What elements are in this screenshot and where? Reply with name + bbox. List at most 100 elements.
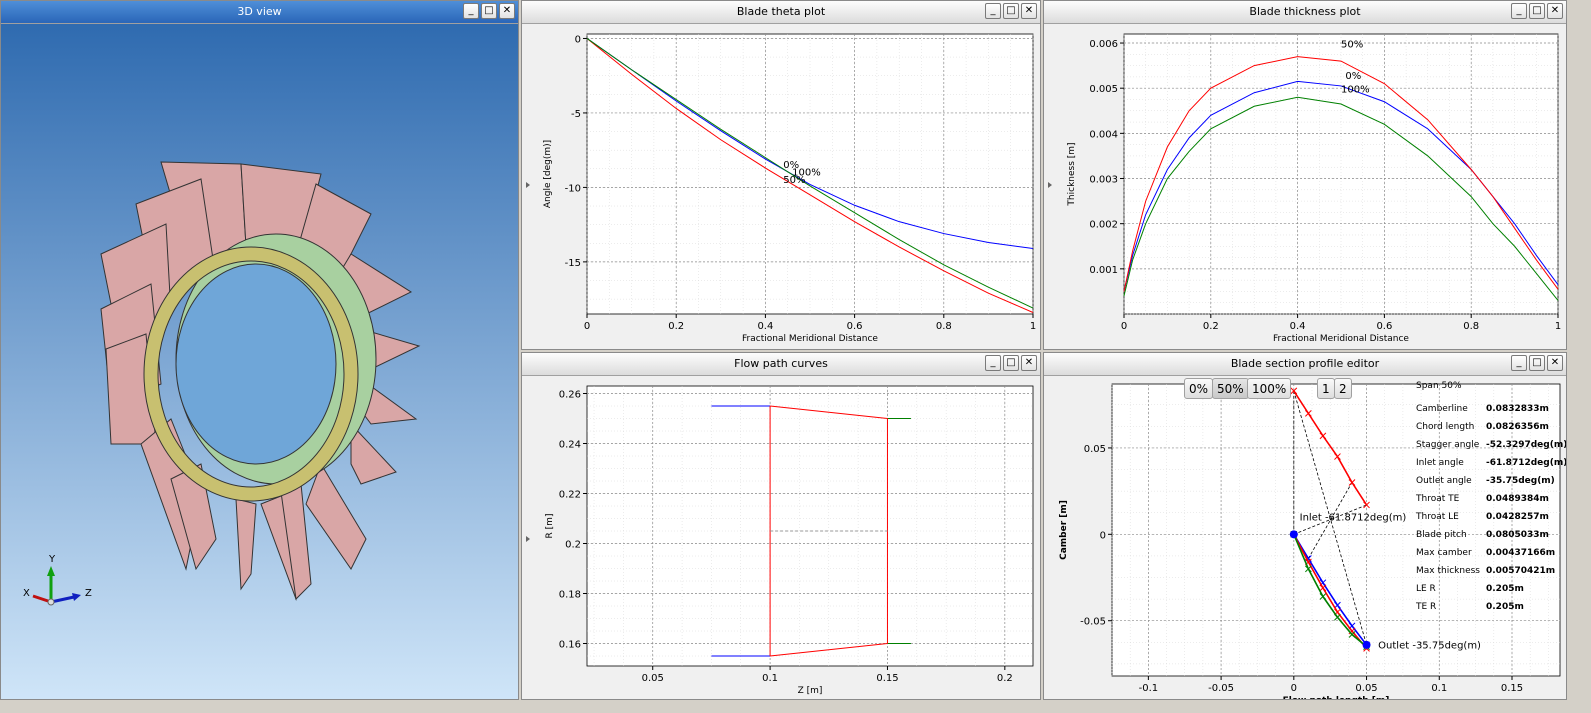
info-value: -35.75deg(m) [1486, 476, 1555, 486]
info-value: 0.0428257m [1486, 512, 1549, 522]
thickness-titlebar[interactable]: Blade thickness plot _ □ ✕ [1044, 1, 1566, 24]
blade-surface [235, 498, 257, 591]
info-key: Outlet angle [1416, 476, 1472, 486]
minimize-button[interactable]: _ [1511, 3, 1527, 19]
x-tick-label: 0.6 [847, 321, 863, 332]
info-key: Camberline [1416, 404, 1468, 414]
theta-chart[interactable]: 0 0.2 0.4 0.6 0.8 1 0 -5 -10 -15 Fractional Meridi… [522, 24, 1040, 349]
info-key: Max camber [1416, 548, 1472, 558]
y-tick-label: 0.006 [1089, 39, 1118, 50]
info-value: 0.00437166m [1486, 548, 1556, 558]
x-axis-label: Flow path length [m] [1283, 696, 1390, 699]
x-axis-label: Fractional Meridional Distance [742, 334, 878, 344]
x-tick-label: -0.1 [1139, 683, 1159, 694]
x-tick-label: 0.4 [1290, 321, 1306, 332]
info-value: -52.3297deg(m) [1486, 440, 1567, 450]
y-tick-label: 0 [575, 34, 581, 45]
y-tick-label: 0.004 [1089, 129, 1118, 140]
info-value: 0.205m [1486, 584, 1524, 594]
x-tick-label: 0.2 [1203, 321, 1219, 332]
x-tick-label: 0.8 [1463, 321, 1479, 332]
series-annotation: 50% [783, 175, 805, 186]
span-0-button[interactable]: 0% [1184, 378, 1214, 399]
minimize-button[interactable]: _ [463, 3, 479, 19]
close-button[interactable]: ✕ [1021, 3, 1037, 19]
flowpath-titlebar[interactable]: Flow path curves _ □ ✕ [522, 353, 1040, 376]
y-tick-label: 0.2 [565, 540, 581, 551]
view3d-title: 3D view [237, 5, 282, 18]
x-tick-label: 0.2 [668, 321, 684, 332]
axes-triad: Y X Z [23, 554, 92, 606]
y-tick-label: 0.05 [1084, 444, 1106, 455]
minimize-button[interactable]: _ [985, 355, 1001, 371]
span-50-button[interactable]: 50% [1212, 378, 1249, 399]
x-tick-label: 0 [1121, 321, 1127, 332]
info-key: Max thickness [1416, 566, 1480, 576]
y-tick-label: 0.24 [559, 440, 581, 451]
x-tick-label: 1 [1030, 321, 1036, 332]
info-value: 0.0826356m [1486, 422, 1549, 432]
x-tick-label: 0.15 [1501, 683, 1523, 694]
view3d-canvas[interactable]: Y X Z [1, 24, 518, 699]
y-tick-label: 0.18 [559, 590, 581, 601]
info-key: Blade pitch [1416, 530, 1467, 540]
close-button[interactable]: ✕ [499, 3, 515, 19]
series-annotation: 100% [1341, 85, 1370, 96]
axis-z-label: Z [85, 588, 92, 599]
outlet-handle [1362, 640, 1371, 649]
info-value: 0.00570421m [1486, 566, 1556, 576]
span-100-button[interactable]: 100% [1247, 378, 1292, 399]
outlet-annotation: Outlet -35.75deg(m) [1378, 640, 1481, 651]
info-key: Throat TE [1416, 494, 1460, 504]
maximize-button[interactable]: □ [481, 3, 497, 19]
theta-titlebar[interactable]: Blade theta plot _ □ ✕ [522, 1, 1040, 24]
info-key: Throat LE [1416, 512, 1459, 522]
profile-titlebar[interactable]: Blade section profile editor _ □ ✕ [1044, 353, 1566, 376]
info-value: 0.0805033m [1486, 530, 1549, 540]
x-tick-label: 1 [1555, 321, 1561, 332]
inlet-annotation: Inlet -61.8712deg(m) [1300, 512, 1407, 523]
close-button[interactable]: ✕ [1547, 3, 1563, 19]
info-key: Stagger angle [1416, 440, 1480, 450]
x-axis-label: Z [m] [798, 686, 823, 696]
x-tick-label: 0.05 [1355, 683, 1377, 694]
inlet-handle [1289, 530, 1298, 539]
axis-y-label: Y [48, 554, 56, 565]
info-key: TE R [1416, 602, 1437, 612]
info-value: 0.205m [1486, 602, 1524, 612]
minimize-button[interactable]: _ [985, 3, 1001, 19]
page-2-button[interactable]: 2 [1334, 378, 1352, 399]
maximize-button[interactable]: □ [1003, 3, 1019, 19]
y-axis-label: Camber [m] [1059, 500, 1069, 560]
maximize-button[interactable]: □ [1529, 355, 1545, 371]
axis-x-label: X [23, 588, 30, 599]
x-tick-label: 0.1 [1431, 683, 1447, 694]
view3d-titlebar[interactable]: 3D view _ □ ✕ [1, 1, 518, 24]
x-tick-label: 0.8 [936, 321, 952, 332]
x-tick-label: 0 [1291, 683, 1297, 694]
y-tick-label: 0.005 [1089, 84, 1118, 95]
profile-window: Blade section profile editor _ □ ✕ -0.1 -… [1043, 352, 1567, 700]
info-value: 0.0489384m [1486, 494, 1549, 504]
y-tick-label: 0 [1100, 530, 1106, 541]
info-key: Inlet angle [1416, 458, 1464, 468]
flowpath-chart[interactable]: 0.05 0.1 0.15 0.2 0.16 0.18 0.2 0.22 0.24 0.26 Z [… [522, 376, 1040, 699]
y-axis-label: Angle [deg(m)] [543, 140, 553, 208]
flowpath-window: Flow path curves _ □ ✕ 0.05 0.1 0.15 0.2 0.1… [521, 352, 1041, 700]
x-tick-label: 0.15 [876, 673, 898, 684]
close-button[interactable]: ✕ [1021, 355, 1037, 371]
minimize-button[interactable]: _ [1511, 355, 1527, 371]
x-tick-label: 0.1 [762, 673, 778, 684]
blade-surface [305, 462, 367, 570]
y-axis-label: Thickness [m] [1067, 142, 1077, 206]
page-1-button[interactable]: 1 [1317, 378, 1335, 399]
info-key: Chord length [1416, 422, 1475, 432]
x-tick-label: 0.05 [642, 673, 664, 684]
y-tick-label: 0.001 [1089, 265, 1118, 276]
rotor-bore [175, 263, 337, 465]
thickness-chart[interactable]: 0 0.2 0.4 0.6 0.8 1 0.001 0.002 0.003 0.004 0.005 0… [1044, 24, 1566, 349]
close-button[interactable]: ✕ [1547, 355, 1563, 371]
maximize-button[interactable]: □ [1529, 3, 1545, 19]
span-label: Span 50% [1416, 381, 1462, 391]
maximize-button[interactable]: □ [1003, 355, 1019, 371]
